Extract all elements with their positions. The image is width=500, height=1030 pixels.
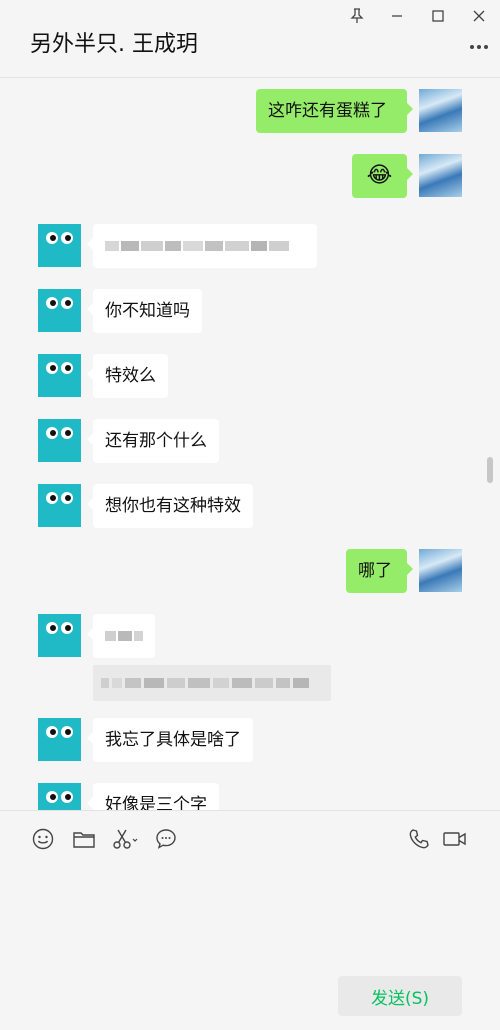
outgoing-message[interactable]: 这咋还有蛋糕了 (256, 89, 413, 133)
incoming-message[interactable]: 想你也有这种特效 (87, 484, 253, 528)
message-list[interactable]: 这咋还有蛋糕了 😂 你不知道吗 特效么 还有那个什么 想你也有这种特效 哪了 我… (0, 79, 500, 810)
contact-avatar[interactable] (38, 419, 81, 462)
chat-header: 另外半只. 王成玥 (0, 0, 500, 78)
minimize-icon[interactable] (386, 6, 408, 26)
incoming-message[interactable]: 我忘了具体是啥了 (87, 718, 253, 762)
outgoing-message[interactable]: 哪了 (346, 549, 413, 593)
my-avatar[interactable] (419, 549, 462, 592)
contact-avatar[interactable] (38, 783, 81, 810)
contact-avatar[interactable] (38, 718, 81, 761)
incoming-message[interactable]: 你不知道吗 (87, 289, 202, 333)
incoming-blurred-message[interactable] (87, 614, 155, 658)
redacted-text (105, 224, 305, 268)
contact-avatar[interactable] (38, 224, 81, 267)
contact-avatar[interactable] (38, 289, 81, 332)
chat-bubble-icon[interactable] (154, 827, 178, 851)
folder-icon[interactable] (72, 827, 96, 851)
contact-avatar[interactable] (38, 614, 81, 657)
redacted-text (105, 614, 143, 658)
chat-scrollbar[interactable] (487, 457, 493, 483)
incoming-message[interactable]: 还有那个什么 (87, 419, 219, 463)
quoted-reference[interactable] (93, 665, 331, 701)
smiley-icon[interactable] (31, 827, 55, 851)
incoming-message[interactable]: 特效么 (87, 354, 168, 398)
phone-icon[interactable] (407, 827, 431, 851)
my-avatar[interactable] (419, 154, 462, 197)
contact-avatar[interactable] (38, 354, 81, 397)
pin-icon[interactable] (346, 6, 368, 26)
chat-title: 另外半只. 王成玥 (30, 32, 198, 57)
composer-area[interactable]: 发送(S) (0, 810, 500, 1030)
video-camera-icon[interactable] (442, 827, 468, 851)
maximize-icon[interactable] (427, 6, 449, 26)
incoming-message[interactable]: 好像是三个字 (87, 783, 219, 810)
send-button[interactable]: 发送(S) (338, 976, 462, 1016)
my-avatar[interactable] (419, 89, 462, 132)
contact-avatar[interactable] (38, 484, 81, 527)
close-icon[interactable] (468, 6, 490, 26)
incoming-blurred-message[interactable] (87, 224, 317, 268)
outgoing-emoji-message[interactable]: 😂 (352, 154, 413, 198)
more-options-icon[interactable] (468, 40, 490, 54)
scissors-icon[interactable] (112, 827, 140, 851)
